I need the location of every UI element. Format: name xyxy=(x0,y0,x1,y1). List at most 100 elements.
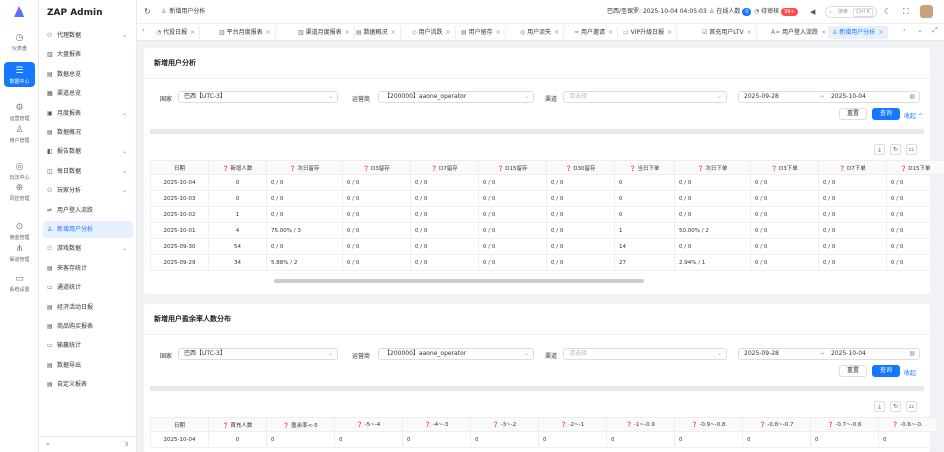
operator-select[interactable]: 【200000】aaone_operator ⌄ xyxy=(378,348,534,360)
reset-button[interactable]: 重置 xyxy=(839,108,867,120)
column-settings-icon[interactable]: ⚏ xyxy=(906,401,917,412)
query-button[interactable]: 查询 xyxy=(872,365,900,377)
rail-item[interactable]: ⊙ 佣金管理 xyxy=(0,222,39,241)
theme-moon-icon[interactable]: ☾ xyxy=(884,0,891,24)
tab[interactable]: ◎ 用户流失 × xyxy=(516,26,565,39)
help-icon[interactable]: ❓ xyxy=(839,166,847,172)
sidebar-item[interactable]: ▤ 经济活动日报 xyxy=(43,299,133,316)
reset-button[interactable]: 重置 xyxy=(839,365,867,377)
collapse-sidebar-icon[interactable]: « xyxy=(46,441,50,448)
sidebar-item[interactable]: ▤ 自定义报表 xyxy=(43,376,133,393)
tab[interactable]: A= 用户登入流跌 × xyxy=(767,26,832,39)
tab[interactable]: ◇ 用户流跌 × xyxy=(408,26,456,39)
tabs-left-icon[interactable]: ‹ xyxy=(142,26,145,34)
rail-item[interactable]: ⚙ 运营管理 xyxy=(0,103,39,122)
close-icon[interactable]: × xyxy=(667,29,672,36)
sidebar-item[interactable]: ⚇ 代理数据 ⌄ xyxy=(43,27,133,44)
sidebar-item[interactable]: ▤ 商品购买报表 xyxy=(43,318,133,335)
rail-item[interactable]: ◷ 仪表盘 xyxy=(0,33,39,52)
operator-select[interactable]: 【200000】aaone_operator ⌄ xyxy=(378,91,534,103)
date-range-picker[interactable]: 2025-09-28 → 2025-10-04 ▦ xyxy=(738,348,920,360)
sidebar-item[interactable]: ▥ 大盘报表 xyxy=(43,46,133,63)
close-icon[interactable]: × xyxy=(821,29,826,36)
sidebar-item[interactable]: ▤ 数据导出 xyxy=(43,357,133,374)
rail-item[interactable]: ⊕ 风控管理 xyxy=(0,183,39,202)
pending-review[interactable]: ◔ 待审核 99+ xyxy=(754,0,798,24)
tab[interactable]: ♙ 新增用户分析 × xyxy=(828,26,889,39)
rail-item[interactable]: ♙ 用户管理 xyxy=(0,125,39,144)
sidebar-item[interactable]: ⚇ 玩家分析 ⌄ xyxy=(43,182,133,199)
close-icon[interactable]: × xyxy=(747,29,752,36)
close-icon[interactable]: × xyxy=(391,29,396,36)
close-icon[interactable]: × xyxy=(496,29,501,36)
tabs-right-icon[interactable]: › xyxy=(903,26,906,34)
sidebar-item[interactable]: ⚇ 游戏数据 ⌄ xyxy=(43,240,133,257)
rail-item[interactable]: ⋔ 渠道管理 xyxy=(0,244,39,263)
collapse-link[interactable]: 收起 xyxy=(904,368,916,377)
sidebar-item[interactable]: ▭ 输赢统计 xyxy=(43,337,133,354)
rail-item[interactable]: ◎ 玩法中心 xyxy=(0,162,39,181)
help-icon[interactable]: ❓ xyxy=(561,422,569,428)
help-icon[interactable]: ❓ xyxy=(363,166,371,172)
date-range-picker[interactable]: 2025-09-28 → 2025-10-04 ▦ xyxy=(738,91,920,103)
help-icon[interactable]: ❓ xyxy=(493,422,501,428)
refresh-icon[interactable]: ↻ xyxy=(144,0,151,24)
refresh-table-icon[interactable]: ↻ xyxy=(890,401,901,412)
help-icon[interactable]: ❓ xyxy=(626,422,634,428)
column-settings-icon[interactable]: ⚏ xyxy=(906,144,917,155)
help-icon[interactable]: ❓ xyxy=(425,422,433,428)
tab[interactable]: ◔ 代投日报 × xyxy=(152,26,201,39)
query-button[interactable]: 查询 xyxy=(872,108,900,120)
country-select[interactable]: 巴西【UTC-3】 ⌄ xyxy=(178,91,338,103)
tab[interactable]: ☑ 首充用户LTV × xyxy=(698,26,757,39)
sidebar-item[interactable]: ▦ 渠道总览 xyxy=(43,85,133,102)
sidebar-item[interactable]: ⇌ 用户登入流跌 xyxy=(43,202,133,219)
refresh-table-icon[interactable]: ↻ xyxy=(890,144,901,155)
tab[interactable]: ≈ 用户邀请 × xyxy=(570,26,618,39)
fullscreen-icon[interactable]: ⛶ xyxy=(903,0,909,24)
close-icon[interactable]: × xyxy=(878,29,883,36)
help-icon[interactable]: ❓ xyxy=(357,422,365,428)
download-icon[interactable]: ⤓ xyxy=(874,144,885,155)
close-icon[interactable]: × xyxy=(446,29,451,36)
avatar[interactable] xyxy=(920,5,933,18)
help-icon[interactable]: ❓ xyxy=(283,423,291,429)
tab[interactable]: ▥ 平台月度报表 × xyxy=(215,26,276,39)
sidebar-item[interactable]: ◧ 报告数据 ⌄ xyxy=(43,143,133,160)
global-search[interactable]: ⌕ 搜索 Ctrl K xyxy=(825,6,877,18)
close-icon[interactable]: × xyxy=(266,29,271,36)
sidebar-item[interactable]: ▤ 数据概况 xyxy=(43,124,133,141)
sidebar-item[interactable]: ▤ 来客存统计 xyxy=(43,260,133,277)
sidebar-item[interactable]: ▣ 月度报表 ⌄ xyxy=(43,105,133,122)
collapse-link[interactable]: 收起 ^ xyxy=(904,111,923,120)
sidebar-item[interactable]: ▤ 数据总览 xyxy=(43,66,133,83)
close-icon[interactable]: × xyxy=(345,29,350,36)
horizontal-scrollbar[interactable] xyxy=(274,279,644,283)
brand-title: ZAP Admin xyxy=(47,8,103,18)
close-icon[interactable]: × xyxy=(608,29,613,36)
channel-select[interactable]: 请选择 ⌄ xyxy=(563,91,727,103)
rail-item[interactable]: ☰ 数据中心 xyxy=(4,62,35,87)
close-icon[interactable]: × xyxy=(190,29,195,36)
online-users[interactable]: ♙ 在线人数 0 xyxy=(709,0,752,24)
tab[interactable]: ▭ VIP升级日报 × xyxy=(619,26,678,39)
help-icon[interactable]: ❓ xyxy=(771,166,779,172)
sidebar-item[interactable]: ♙ 新增用户分析 xyxy=(43,221,133,238)
sidebar-item[interactable]: ◫ 每日数据 ⌄ xyxy=(43,163,133,180)
help-icon[interactable]: ❓ xyxy=(431,166,439,172)
tabs-expand-icon[interactable]: ⤢ xyxy=(932,26,938,35)
tabs-menu-icon[interactable]: ⌄ xyxy=(917,26,923,34)
sidebar-item[interactable]: ▭ 通道统计 xyxy=(43,279,133,296)
tab[interactable]: ▥ 渠道月度报表 × xyxy=(294,26,355,39)
download-icon[interactable]: ⤓ xyxy=(874,401,885,412)
country-select[interactable]: 巴西【UTC-3】 ⌄ xyxy=(178,348,338,360)
volume-icon[interactable]: ◀ xyxy=(810,0,815,24)
tab[interactable]: ▤ 数据概况 × xyxy=(352,26,401,39)
online-label: 在线人数 xyxy=(716,8,741,15)
close-icon[interactable]: × xyxy=(554,29,559,36)
tab[interactable]: ▤ 用户留存 × xyxy=(457,26,506,39)
help-icon[interactable]: ❓ xyxy=(892,422,900,428)
pin-sidebar-icon[interactable]: ⊻ xyxy=(125,441,129,448)
rail-item[interactable]: ▭ 系统设置 xyxy=(0,274,39,293)
channel-select[interactable]: 请选择 ⌄ xyxy=(563,348,727,360)
